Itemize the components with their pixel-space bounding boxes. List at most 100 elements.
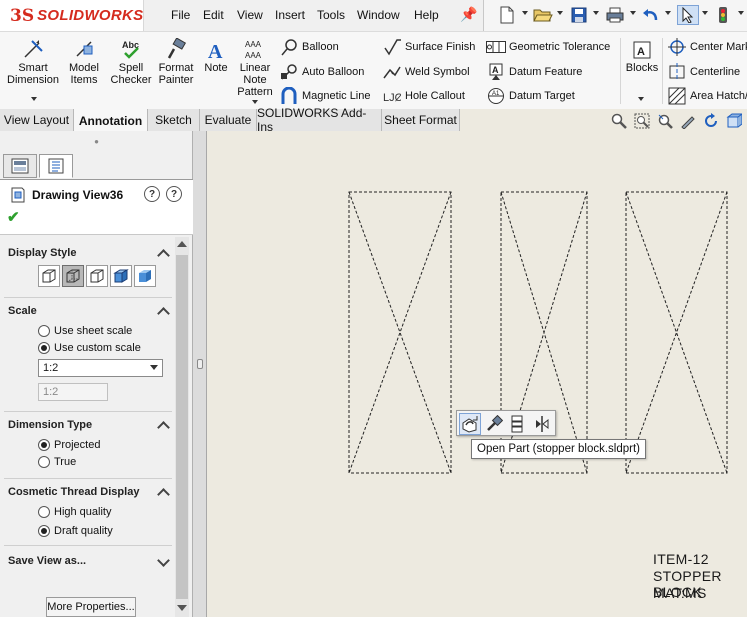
ok-check-icon[interactable]: ✔: [7, 208, 20, 226]
new-dropdown-icon[interactable]: [522, 11, 528, 15]
hidden-lines-removed-style-button[interactable]: [86, 265, 108, 287]
note-material[interactable]: MAT:MS: [653, 585, 707, 601]
drawing-sheet[interactable]: ITEM-12 STOPPER BLOCK MAT:MS: [207, 131, 747, 617]
linear-note-pattern-dropdown-icon[interactable]: [252, 100, 258, 104]
true-radio[interactable]: True: [38, 455, 76, 469]
drawing-view-left[interactable]: [348, 191, 452, 474]
open-part-icon[interactable]: [459, 413, 481, 435]
select-cursor-icon[interactable]: [677, 5, 699, 25]
centerline-button[interactable]: Centerline: [667, 62, 740, 82]
scrollbar-thumb[interactable]: [176, 255, 188, 599]
edit-part-icon[interactable]: [483, 413, 505, 435]
center-mark-button[interactable]: Center Mark: [667, 37, 747, 57]
blocks-icon: A: [624, 36, 660, 60]
tab-sketch[interactable]: Sketch: [148, 109, 200, 131]
high-quality-radio[interactable]: High quality: [38, 505, 111, 519]
rebuild-traffic-light-icon[interactable]: [712, 5, 734, 25]
tab-annotation[interactable]: Annotation: [74, 109, 148, 132]
menu-help[interactable]: Help: [414, 8, 439, 22]
geometric-tolerance-button[interactable]: Geometric Tolerance: [486, 37, 610, 57]
menu-file[interactable]: File: [171, 8, 190, 22]
undo-dropdown-icon[interactable]: [665, 11, 671, 15]
open-folder-icon[interactable]: [532, 5, 554, 25]
tab-sheet-format[interactable]: Sheet Format: [382, 109, 460, 131]
format-painter-button[interactable]: Format Painter: [155, 36, 197, 86]
panel-scrollbar[interactable]: [175, 237, 189, 617]
splitter-grip-icon[interactable]: [197, 359, 203, 369]
wireframe-style-button[interactable]: [38, 265, 60, 287]
tab-solidworks-add-ins[interactable]: SOLIDWORKS Add-Ins: [257, 106, 382, 134]
custom-scale-field[interactable]: 1:2: [38, 383, 108, 401]
blocks-button[interactable]: A Blocks: [624, 36, 660, 74]
shaded-with-edges-style-button[interactable]: [110, 265, 132, 287]
save-dropdown-icon[interactable]: [593, 11, 599, 15]
print-dropdown-icon[interactable]: [630, 11, 636, 15]
panel-splitter[interactable]: [193, 131, 207, 617]
tab-view-layout[interactable]: View Layout: [0, 109, 74, 131]
help-icon[interactable]: ?: [166, 186, 182, 202]
display-style-collapse-icon[interactable]: [157, 249, 170, 262]
drawing-view-right[interactable]: [625, 191, 728, 474]
use-custom-scale-radio[interactable]: Use custom scale: [38, 341, 141, 355]
dimension-type-collapse-icon[interactable]: [157, 421, 170, 434]
datum-target-button[interactable]: A1 Datum Target: [486, 86, 575, 106]
whats-wrong-help-icon[interactable]: ?: [144, 186, 160, 202]
note-item-number[interactable]: ITEM-12: [653, 551, 709, 567]
hole-callout-button[interactable]: LJØ Hole Callout: [382, 86, 465, 106]
area-hatch-button[interactable]: Area Hatch/: [667, 86, 747, 106]
menu-edit[interactable]: Edit: [203, 8, 224, 22]
rotate-view-icon[interactable]: [702, 112, 720, 130]
shaded-style-button[interactable]: [134, 265, 156, 287]
more-properties-button[interactable]: More Properties...: [46, 597, 136, 617]
custom-scale-select[interactable]: 1:2: [38, 359, 163, 377]
feature-manager-tab[interactable]: [3, 154, 37, 178]
view-properties-icon[interactable]: [507, 413, 529, 435]
open-dropdown-icon[interactable]: [557, 11, 563, 15]
zoom-to-fit-icon[interactable]: [610, 112, 628, 130]
cosmetic-thread-collapse-icon[interactable]: [157, 488, 170, 501]
note-button[interactable]: A Note: [201, 36, 231, 74]
blocks-dropdown-icon[interactable]: [638, 97, 644, 101]
projected-radio[interactable]: Projected: [38, 438, 100, 452]
menu-insert[interactable]: Insert: [275, 8, 305, 22]
open-part-tooltip: Open Part (stopper block.sldprt): [471, 439, 646, 459]
zoom-to-area-icon[interactable]: [633, 112, 651, 130]
use-sheet-scale-radio[interactable]: Use sheet scale: [38, 324, 132, 338]
print-icon[interactable]: [604, 5, 626, 25]
rebuild-dropdown-icon[interactable]: [738, 11, 744, 15]
menu-window[interactable]: Window: [357, 8, 400, 22]
hidden-lines-visible-style-button[interactable]: [62, 265, 84, 287]
select-dropdown-icon[interactable]: [702, 11, 708, 15]
panel-collapse-handle[interactable]: ●: [0, 131, 193, 151]
view-orientation-icon[interactable]: [725, 112, 743, 130]
smart-dimension-button[interactable]: Smart Dimension: [4, 36, 62, 86]
new-document-icon[interactable]: [496, 5, 518, 25]
pin-icon[interactable]: 📌: [460, 6, 477, 23]
save-view-as-title[interactable]: Save View as...: [8, 555, 86, 567]
datum-feature-button[interactable]: A Datum Feature: [486, 62, 582, 82]
property-manager-tab[interactable]: [39, 154, 73, 178]
menu-tools[interactable]: Tools: [317, 8, 345, 22]
solidworks-logo[interactable]: 3S SOLIDWORKS: [0, 0, 144, 31]
scroll-down-arrow-icon[interactable]: [177, 605, 187, 611]
auto-balloon-button[interactable]: Auto Balloon: [279, 62, 364, 82]
surface-finish-button[interactable]: Surface Finish: [382, 37, 475, 57]
linear-note-pattern-button[interactable]: AAA AAA Linear Note Pattern: [235, 36, 275, 98]
menu-view[interactable]: View: [237, 8, 263, 22]
magnetic-line-button[interactable]: Magnetic Line: [279, 86, 371, 106]
draft-quality-radio[interactable]: Draft quality: [38, 524, 113, 538]
smart-dimension-dropdown-icon[interactable]: [31, 97, 37, 101]
tab-evaluate[interactable]: Evaluate: [200, 109, 257, 131]
previous-view-icon[interactable]: [656, 112, 674, 130]
undo-icon[interactable]: [640, 5, 662, 25]
balloon-button[interactable]: Balloon: [279, 37, 339, 57]
weld-symbol-button[interactable]: Weld Symbol: [382, 62, 470, 82]
model-items-button[interactable]: Model Items: [63, 36, 105, 86]
flip-view-icon[interactable]: [531, 413, 553, 435]
save-icon[interactable]: [568, 5, 590, 25]
scale-collapse-icon[interactable]: [157, 307, 170, 320]
scroll-up-arrow-icon[interactable]: [177, 241, 187, 247]
spell-checker-button[interactable]: Abc Spell Checker: [108, 36, 154, 86]
save-view-expand-icon[interactable]: [157, 554, 170, 567]
annotation-view-icon[interactable]: [679, 112, 697, 130]
